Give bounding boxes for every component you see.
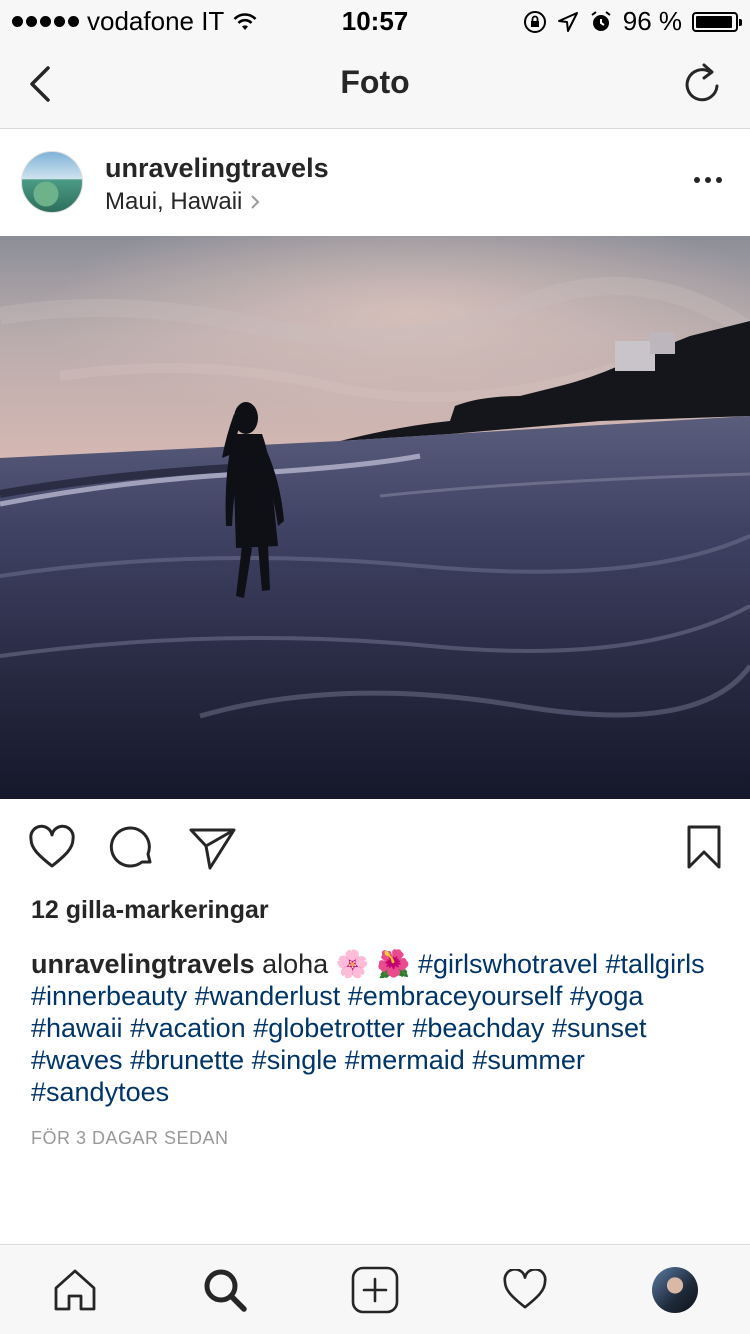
post-photo[interactable] [0,236,750,799]
hashtag[interactable]: #innerbeauty [31,981,187,1011]
bookmark-icon[interactable] [686,824,722,872]
comment-icon[interactable] [108,824,156,872]
post-actions [0,820,750,880]
caption-text: aloha 🌸 🌺 [262,949,411,979]
more-options-icon[interactable] [694,177,722,183]
alarm-icon [591,10,611,31]
heart-icon[interactable] [28,824,76,872]
tab-add[interactable] [350,1265,400,1315]
post-timestamp: FÖR 3 DAGAR SEDAN [31,1128,229,1148]
photo-scene [0,236,750,799]
tab-profile[interactable] [650,1265,700,1315]
profile-avatar [652,1267,698,1313]
status-right: 96 % [523,6,742,37]
post-location[interactable]: Maui, Hawaii [105,188,260,216]
hashtag[interactable]: #waves [31,1045,123,1075]
hashtag[interactable]: #single [252,1045,338,1075]
location-label[interactable]: Maui, Hawaii [105,188,242,216]
chevron-right-icon [251,195,260,209]
caption-username[interactable]: unravelingtravels [31,949,255,979]
hashtag[interactable]: #summer [472,1045,585,1075]
tab-bar [0,1244,750,1334]
hashtag[interactable]: #girlswhotravel [418,949,598,979]
hashtag[interactable]: #beachday [412,1013,544,1043]
post-caption: unravelingtravels aloha 🌸 🌺 #girlswhotra… [31,948,721,1108]
tab-home[interactable] [50,1265,100,1315]
post-header: unravelingtravels Maui, Hawaii [0,129,750,235]
hashtag[interactable]: #sandytoes [31,1077,169,1107]
hashtag[interactable]: #brunette [130,1045,244,1075]
hashtag[interactable]: #wanderlust [195,981,341,1011]
navigation-bar: Foto [0,40,750,129]
page-title: Foto [340,64,410,100]
status-bar: vodafone IT 10:57 96 % [0,0,750,40]
share-icon[interactable] [188,824,238,872]
tab-activity[interactable] [500,1265,550,1315]
refresh-icon[interactable] [680,60,724,108]
battery-fill [696,15,733,28]
home-icon [54,1269,96,1311]
add-post-icon [351,1266,399,1314]
rotation-lock-icon [523,10,546,33]
likes-count[interactable]: 12 gilla-markeringar [31,896,269,925]
search-icon [204,1269,247,1312]
hashtag[interactable]: #hawaii [31,1013,123,1043]
battery-percent: 96 % [622,6,682,36]
hashtag[interactable]: #vacation [130,1013,246,1043]
hashtag[interactable]: #sunset [552,1013,647,1043]
hashtag[interactable]: #tallgirls [606,949,705,979]
hashtag[interactable]: #globetrotter [253,1013,405,1043]
avatar[interactable] [21,151,83,213]
location-arrow-icon [557,11,578,32]
hashtag[interactable]: #yoga [570,981,644,1011]
battery-icon [692,11,742,32]
post-username[interactable]: unravelingtravels [105,153,329,184]
tab-search[interactable] [200,1265,250,1315]
hashtag[interactable]: #mermaid [345,1045,465,1075]
hashtag[interactable]: #embraceyourself [348,981,563,1011]
heart-icon [503,1269,547,1309]
